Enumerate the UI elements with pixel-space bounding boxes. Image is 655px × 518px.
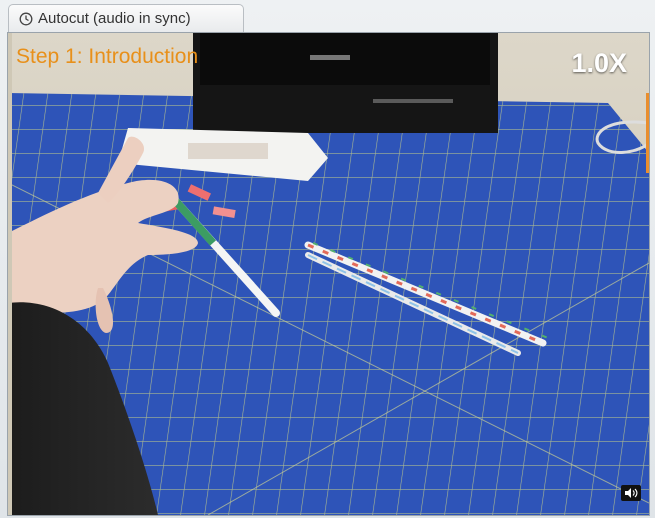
video-player[interactable]: Step 1: Introduction 1.0X xyxy=(7,32,650,516)
video-frame xyxy=(8,33,649,515)
tab-autocut[interactable]: Autocut (audio in sync) xyxy=(8,4,244,32)
tab-label: Autocut (audio in sync) xyxy=(38,10,191,27)
step-title: Step 1: Introduction xyxy=(16,45,199,68)
speaker-icon[interactable] xyxy=(621,485,641,501)
playback-speed[interactable]: 1.0X xyxy=(571,48,627,79)
clock-icon xyxy=(19,12,33,26)
